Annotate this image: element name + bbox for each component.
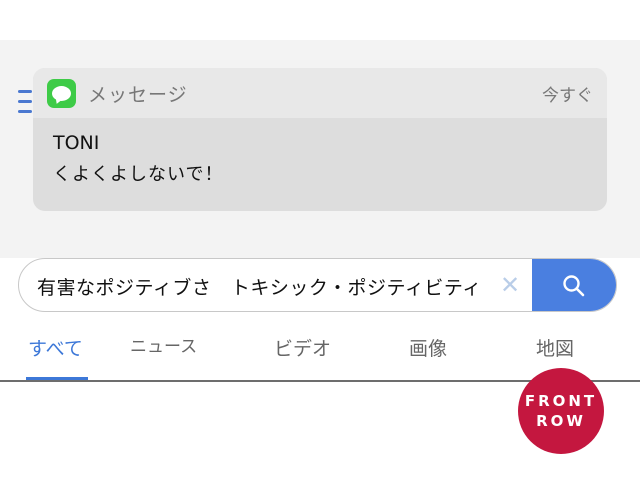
clear-icon[interactable]: ✕ bbox=[497, 272, 523, 298]
tab-images[interactable]: 画像 bbox=[409, 334, 447, 361]
search-input[interactable]: 有害なポジティブさ トキシック・ポジティビティ bbox=[37, 273, 482, 300]
notification-time: 今すぐ bbox=[542, 85, 593, 106]
search-icon bbox=[563, 275, 585, 297]
notification-header: メッセージ 今すぐ bbox=[33, 68, 607, 118]
notification-message: くよくよしないで！ bbox=[53, 164, 224, 185]
message-notification[interactable]: メッセージ 今すぐ TONI くよくよしないで！ bbox=[33, 68, 607, 211]
search-button[interactable] bbox=[532, 259, 616, 311]
tab-news[interactable]: ニュース bbox=[130, 332, 197, 357]
front-row-logo: FRONT ROW bbox=[518, 368, 604, 454]
tab-all[interactable]: すべて bbox=[28, 334, 83, 361]
logo-line-1: FRONT bbox=[524, 392, 598, 410]
notification-app-name: メッセージ bbox=[88, 83, 188, 106]
messages-app-icon bbox=[47, 78, 76, 108]
notification-sender: TONI bbox=[53, 132, 100, 154]
menu-icon[interactable] bbox=[18, 90, 34, 118]
tab-maps[interactable]: 地図 bbox=[536, 334, 574, 361]
logo-line-2: ROW bbox=[536, 412, 586, 430]
tab-video[interactable]: ビデオ bbox=[274, 334, 331, 361]
search-bar[interactable]: 有害なポジティブさ トキシック・ポジティビティ ✕ bbox=[18, 258, 617, 312]
notification-body: TONI くよくよしないで！ bbox=[33, 118, 607, 200]
